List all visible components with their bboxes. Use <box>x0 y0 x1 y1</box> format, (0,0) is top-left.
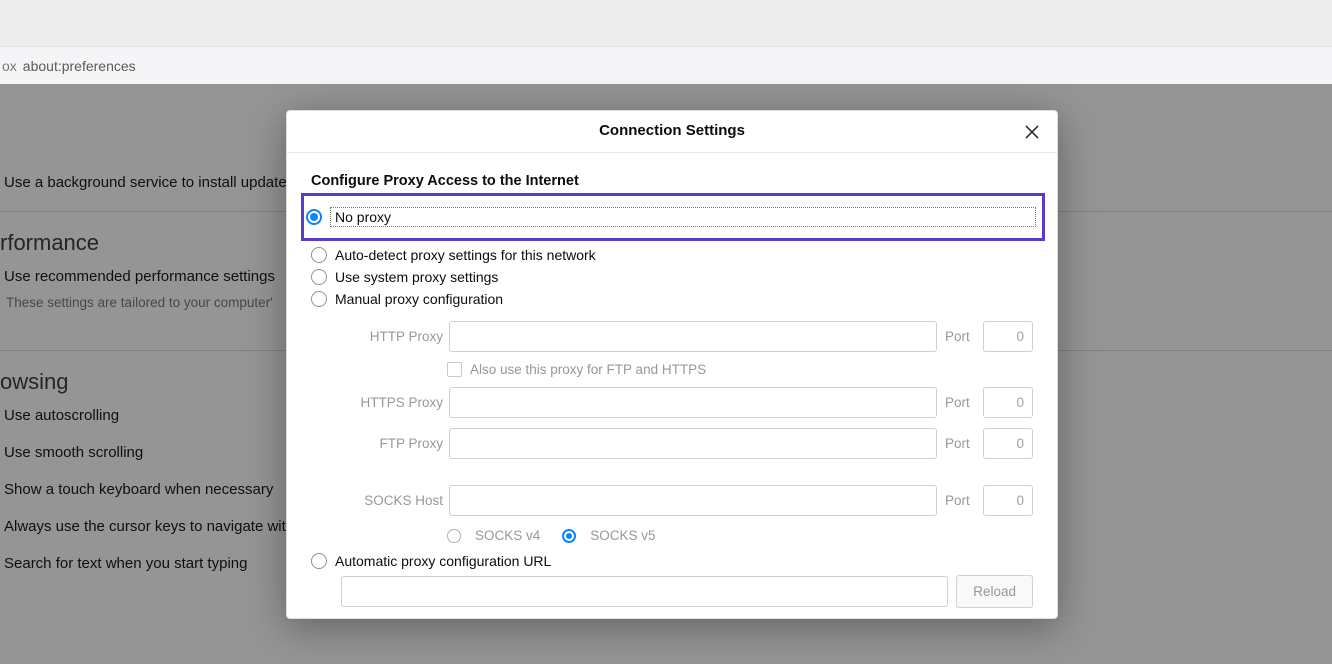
https-proxy-label: HTTPS Proxy <box>341 395 443 410</box>
dialog-body: Configure Proxy Access to the Internet N… <box>287 153 1057 612</box>
socks-v4-label: SOCKS v4 <box>475 528 540 543</box>
browser-top-bar <box>0 0 1332 47</box>
radio-icon <box>311 247 327 263</box>
radio-manual-proxy[interactable]: Manual proxy configuration <box>311 291 1033 307</box>
pac-url-input[interactable] <box>341 576 948 607</box>
socks-version-row: SOCKS v4 SOCKS v5 <box>311 528 1033 543</box>
radio-icon <box>306 209 322 225</box>
http-port-input[interactable] <box>983 321 1033 352</box>
socks-port-input[interactable] <box>983 485 1033 516</box>
radio-socks-v4[interactable]: SOCKS v4 <box>447 528 540 543</box>
dialog-header: Connection Settings <box>287 111 1057 153</box>
connection-settings-dialog: Connection Settings Configure Proxy Acce… <box>286 110 1058 619</box>
system-proxy-label: Use system proxy settings <box>335 269 498 285</box>
pac-url-label: Automatic proxy configuration URL <box>335 553 551 569</box>
https-proxy-input[interactable] <box>449 387 937 418</box>
ftp-port-label: Port <box>943 436 977 451</box>
radio-icon <box>311 269 327 285</box>
radio-icon <box>311 291 327 307</box>
auto-detect-label: Auto-detect proxy settings for this netw… <box>335 247 596 263</box>
radio-pac-url[interactable]: Automatic proxy configuration URL <box>311 553 1033 569</box>
close-icon[interactable] <box>1021 121 1043 143</box>
radio-system-proxy[interactable]: Use system proxy settings <box>311 269 1033 285</box>
http-port-label: Port <box>943 329 977 344</box>
dialog-title: Connection Settings <box>599 122 745 139</box>
highlight-box: No proxy <box>301 193 1045 241</box>
url-bar: ox about:preferences <box>0 47 1332 84</box>
socks-host-label: SOCKS Host <box>341 493 443 508</box>
ftp-proxy-label: FTP Proxy <box>341 436 443 451</box>
reload-button[interactable]: Reload <box>956 575 1033 608</box>
ftp-port-input[interactable] <box>983 428 1033 459</box>
radio-icon <box>311 553 327 569</box>
also-use-ftp-https[interactable]: Also use this proxy for FTP and HTTPS <box>341 362 1033 377</box>
socks-port-label: Port <box>943 493 977 508</box>
radio-no-proxy[interactable]: No proxy <box>306 207 1036 227</box>
also-use-label: Also use this proxy for FTP and HTTPS <box>470 362 706 377</box>
https-port-label: Port <box>943 395 977 410</box>
url-address: about:preferences <box>23 58 136 74</box>
no-proxy-label: No proxy <box>330 207 1036 227</box>
radio-auto-detect[interactable]: Auto-detect proxy settings for this netw… <box>311 247 1033 263</box>
manual-proxy-label: Manual proxy configuration <box>335 291 503 307</box>
http-proxy-input[interactable] <box>449 321 937 352</box>
radio-socks-v5[interactable]: SOCKS v5 <box>562 528 655 543</box>
https-port-input[interactable] <box>983 387 1033 418</box>
socks-host-input[interactable] <box>449 485 937 516</box>
radio-icon <box>562 529 576 543</box>
proxy-grid: HTTP Proxy Port Also use this proxy for … <box>311 321 1033 516</box>
socks-v5-label: SOCKS v5 <box>590 528 655 543</box>
url-prefix: ox <box>0 58 23 74</box>
http-proxy-label: HTTP Proxy <box>341 329 443 344</box>
pac-input-row: Reload <box>311 575 1033 608</box>
radio-icon <box>447 529 461 543</box>
proxy-section-title: Configure Proxy Access to the Internet <box>311 173 1033 189</box>
ftp-proxy-input[interactable] <box>449 428 937 459</box>
checkbox-icon <box>447 362 462 377</box>
